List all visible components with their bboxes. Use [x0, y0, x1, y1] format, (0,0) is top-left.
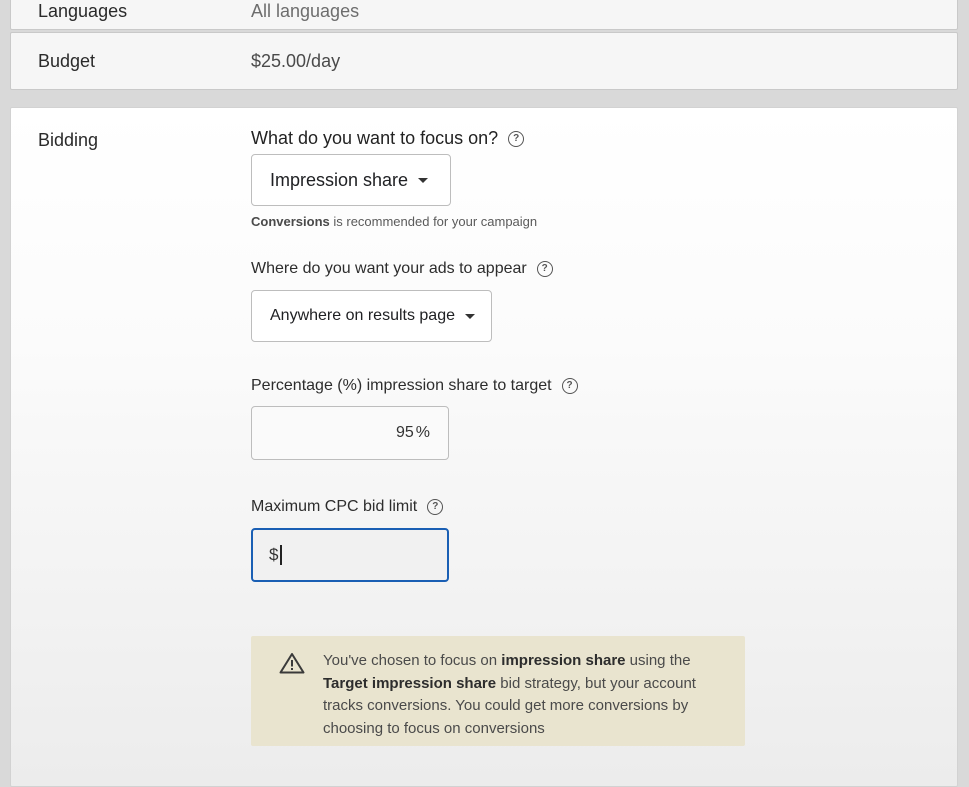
cpc-bid-input[interactable]: $ [251, 528, 449, 582]
recommended-option: Conversions [251, 214, 330, 229]
warning-bold-1: impression share [501, 652, 626, 669]
caret-down-icon [465, 313, 475, 319]
currency-prefix: $ [269, 545, 279, 564]
help-circle-icon[interactable]: ? [427, 499, 444, 515]
focus-question: What do you want to focus on? ? [251, 128, 525, 149]
warning-triangle-icon [279, 653, 305, 674]
help-circle-icon[interactable]: ? [536, 261, 553, 277]
caret-down-icon [418, 177, 429, 183]
help-circle-icon[interactable]: ? [561, 378, 578, 394]
location-question-text: Where do you want your ads to appear [251, 260, 527, 277]
location-question: Where do you want your ads to appear ? [251, 260, 553, 278]
strategy-warning: You've chosen to focus on impression sha… [251, 636, 745, 746]
cpc-question: Maximum CPC bid limit ? [251, 498, 444, 516]
percentage-value: 95 [395, 424, 414, 441]
focus-recommendation: Conversions is recommended for your camp… [251, 214, 537, 229]
languages-row[interactable]: Languages All languages [10, 0, 958, 30]
bidding-section: Bidding What do you want to focus on? ? … [10, 107, 958, 787]
percentage-question: Percentage (%) impression share to targe… [251, 377, 578, 395]
focus-question-text: What do you want to focus on? [251, 128, 499, 148]
warning-text-1: You've chosen to focus on [323, 652, 502, 669]
warning-bold-2: Target impression share [323, 674, 497, 692]
bidding-label: Bidding [38, 130, 99, 150]
focus-dropdown[interactable]: Impression share [251, 154, 451, 206]
budget-label: Budget [38, 51, 96, 71]
cpc-question-text: Maximum CPC bid limit [251, 498, 418, 515]
percentage-question-text: Percentage (%) impression share to targe… [251, 377, 552, 394]
percentage-unit: % [415, 424, 430, 441]
warning-text-2: using the [625, 652, 691, 669]
focus-selected: Impression share [270, 169, 409, 190]
location-selected: Anywhere on results page [270, 307, 455, 324]
percentage-input[interactable]: 95 % [251, 406, 449, 460]
location-dropdown[interactable]: Anywhere on results page [251, 290, 492, 342]
budget-row[interactable]: Budget $25.00/day [10, 32, 958, 90]
budget-value: $25.00/day [251, 51, 341, 71]
languages-value: All languages [251, 1, 360, 21]
help-circle-icon[interactable]: ? [508, 130, 525, 147]
recommendation-text: is recommended for your campaign [329, 214, 538, 229]
text-cursor [280, 545, 282, 565]
languages-label: Languages [38, 1, 128, 21]
